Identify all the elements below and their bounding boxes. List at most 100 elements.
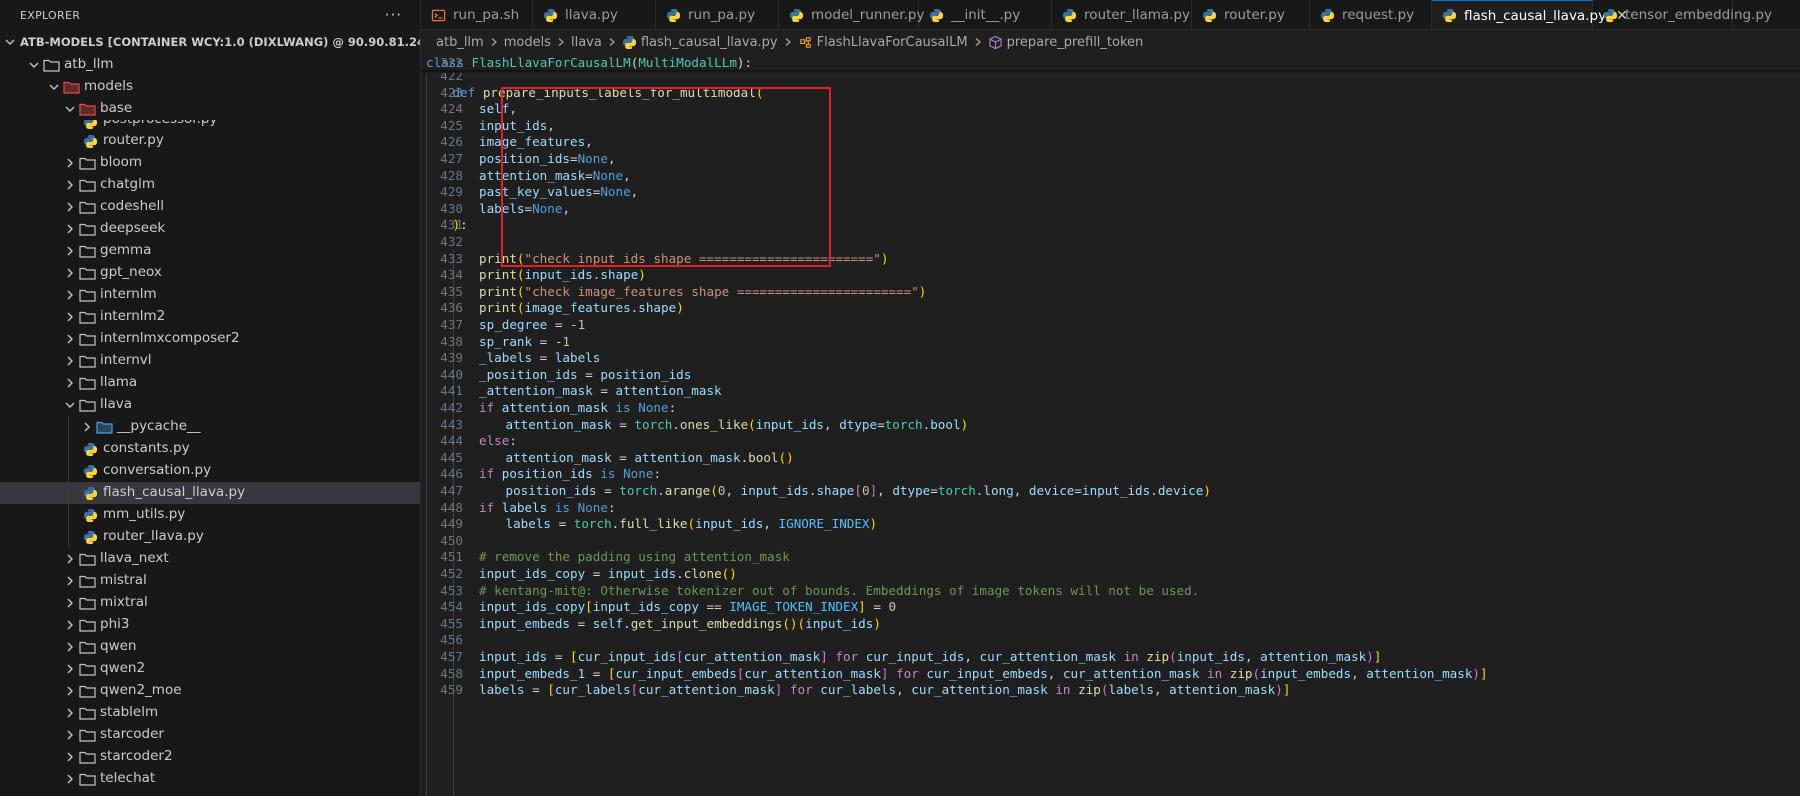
breadcrumb-item[interactable]: FlashLlavaForCausalLM [798, 35, 968, 50]
code-text: labels = torch.full_like(input_ids, IGNO… [506, 516, 878, 531]
folder-item[interactable]: starcoder2 [0, 746, 420, 768]
code-editor[interactable]: 422 423 def prepare_inputs_labels_for_mult… [421, 55, 1800, 796]
folder-item[interactable]: starcoder [0, 724, 420, 746]
folder-icon [78, 331, 96, 347]
folder-item[interactable]: internlm [0, 284, 420, 306]
code-token: input_embeds [1260, 665, 1352, 681]
line-number: 450 [440, 532, 463, 548]
tab-init-py[interactable]: __init__.py [919, 0, 1052, 29]
folder-item[interactable]: phi3 [0, 614, 420, 636]
code-token: = [930, 483, 938, 498]
breadcrumb: atb_llm models llava flash_causal_llava.py F… [421, 30, 1800, 55]
explorer-sidebar: EXPLORER ··· ATB-MODELS [CONTAINER WCY:1… [0, 0, 421, 796]
code-token: = [585, 665, 608, 681]
tree-item-label: internlm [100, 286, 157, 302]
line-number: 424 [440, 101, 463, 117]
code-token: input_embeds [479, 615, 570, 631]
folder-item[interactable]: internlmxcomposer2 [0, 328, 420, 350]
code-token: = [532, 350, 555, 366]
file-item[interactable]: constants.py [0, 438, 420, 460]
code-token: attention_mask [1260, 649, 1367, 664]
tab-router-llama-py[interactable]: router_llama.py [1052, 0, 1192, 29]
tab-label: request.py [1342, 7, 1415, 23]
sticky-scroll-shadow [421, 70, 1800, 73]
tab-router-py[interactable]: router.py [1192, 0, 1310, 29]
folder-item[interactable]: deepseek [0, 218, 420, 240]
folder-item[interactable]: chatglm [0, 174, 420, 196]
folder-icon [78, 617, 96, 633]
folder-item[interactable]: gemma [0, 240, 420, 262]
breadcrumb-item[interactable]: atb_llm [436, 35, 484, 50]
folder-item[interactable]: stablelm [0, 702, 420, 724]
code-token: is [547, 499, 578, 515]
code-token: torch [619, 483, 658, 498]
tab-llava-py[interactable]: llava.py [533, 0, 656, 29]
folder-icon [78, 595, 96, 611]
folder-item[interactable]: llava_next [0, 548, 420, 570]
folder-item[interactable]: atb_llm [0, 54, 420, 76]
folder-item[interactable]: llama [0, 372, 420, 394]
code-token: , [896, 682, 912, 698]
folder-item[interactable]: telechat [0, 768, 420, 790]
breadcrumb-item[interactable]: flash_causal_llava.py [622, 35, 778, 50]
workspace-root[interactable]: ATB-MODELS [CONTAINER WCY:1.0 (DIXLWANG)… [0, 30, 420, 54]
code-token: # kentang-mit@: Otherwise tokenizer out … [479, 582, 1200, 598]
folder-item[interactable]: internvl [0, 350, 420, 372]
code-token: labels [479, 200, 525, 216]
code-token: = [524, 200, 533, 216]
file-item[interactable]: postprocessor.py [0, 120, 420, 130]
chevron-right-icon [62, 683, 78, 699]
file-item[interactable]: conversation.py [0, 460, 420, 482]
folder-icon [78, 749, 96, 765]
tab-flash-causal-llava-py[interactable]: flash_causal_llava.py ✕ [1432, 0, 1628, 29]
folder-item[interactable]: base [0, 98, 420, 120]
python-file-icon [81, 507, 99, 523]
tab-model-runner-py[interactable]: model_runner.py [779, 0, 924, 29]
breadcrumb-label: llava [570, 35, 602, 50]
folder-item[interactable]: qwen2_moe [0, 680, 420, 702]
tree-item-label: gemma [100, 242, 152, 258]
folder-icon [62, 79, 80, 95]
file-item[interactable]: router.py [0, 130, 420, 152]
code-token: = [877, 416, 885, 432]
code-token: self [479, 101, 510, 117]
file-item[interactable]: mm_utils.py [0, 504, 420, 526]
workspace-label: ATB-MODELS [CONTAINER WCY:1.0 (DIXLWANG)… [20, 35, 420, 49]
tab-run-pa-sh[interactable]: run_pa.sh [421, 0, 533, 29]
folder-item[interactable]: gpt_neox [0, 262, 420, 284]
code-token: , [509, 101, 517, 117]
code-text: _labels = labels [479, 350, 600, 365]
folder-item[interactable]: codeshell [0, 196, 420, 218]
code-token: "check image_features shape ============… [524, 283, 919, 299]
folder-item[interactable]: qwen [0, 636, 420, 658]
file-item[interactable]: router_llava.py [0, 526, 420, 548]
folder-item[interactable]: mixtral [0, 592, 420, 614]
code-line[interactable]: 459 labels = [cur_labels[cur_attention_ma… [421, 681, 1800, 700]
folder-item[interactable]: internlm2 [0, 306, 420, 328]
file-item[interactable]: flash_causal_llava.py [0, 482, 420, 504]
code-token: = [596, 483, 620, 498]
chevron-right-icon [62, 375, 78, 391]
tab-label: run_pa.sh [453, 7, 520, 23]
folder-item[interactable]: models [0, 76, 420, 98]
more-actions-icon[interactable]: ··· [385, 6, 402, 24]
code-token: bool [748, 449, 779, 465]
breadcrumb-item[interactable]: models [504, 35, 551, 50]
breadcrumb-label: prepare_prefill_token [1006, 35, 1144, 50]
tab-run-pa-py[interactable]: run_pa.py [656, 0, 779, 29]
chevron-down-icon [62, 397, 78, 413]
tree-item-label: phi3 [100, 616, 130, 632]
folder-item[interactable]: qwen2 [0, 658, 420, 680]
folder-icon [78, 375, 96, 391]
breadcrumb-item[interactable]: llava [571, 35, 602, 50]
code-token: . [623, 615, 631, 631]
folder-item[interactable]: bloom [0, 152, 420, 174]
tab-request-py[interactable]: request.py [1310, 0, 1432, 29]
code-token: print [479, 267, 517, 283]
breadcrumb-item[interactable]: prepare_prefill_token [988, 35, 1144, 50]
tab-tensor-embedding-py[interactable]: tensor_embedding.py [1593, 0, 1772, 29]
folder-item[interactable]: llava [0, 394, 420, 416]
chevron-right-icon [62, 639, 78, 655]
folder-item[interactable]: __pycache__ [0, 416, 420, 438]
folder-item[interactable]: mistral [0, 570, 420, 592]
